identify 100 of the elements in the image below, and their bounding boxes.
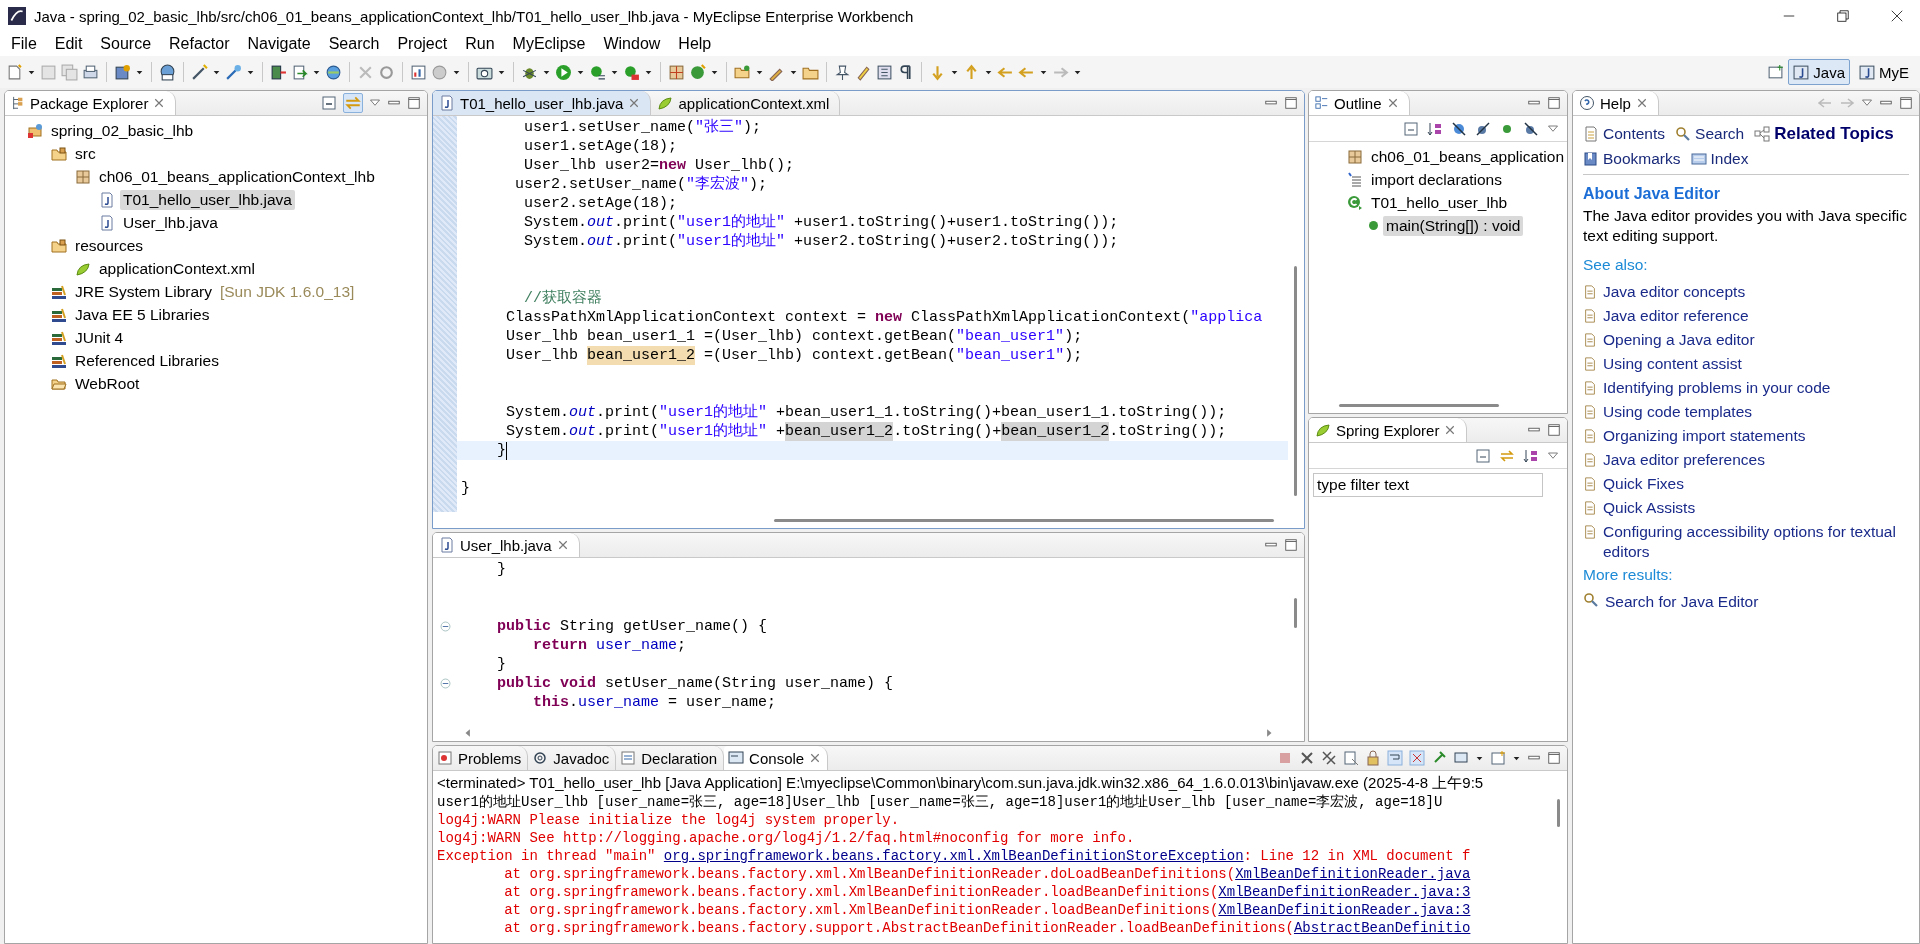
view-tab[interactable]: Javadoc [528, 746, 617, 770]
editor-tab[interactable]: T01_hello_user_lhb.java [433, 91, 652, 115]
menu-item[interactable]: Source [91, 33, 161, 55]
maximize-icon[interactable] [407, 96, 421, 110]
tree-item[interactable]: JRE System Library [72, 281, 215, 302]
menu-item[interactable]: MyEclipse [503, 33, 595, 55]
maximize-icon[interactable] [1547, 96, 1562, 110]
remove-all-icon[interactable] [1321, 750, 1337, 766]
deploy-server-icon[interactable] [270, 63, 287, 81]
menu-item[interactable]: Project [388, 33, 457, 55]
menu-item[interactable]: Window [594, 33, 670, 55]
tree-item[interactable]: main(String[]) : void [1383, 215, 1524, 236]
package-add-icon[interactable] [668, 63, 685, 81]
tree-item[interactable]: src [72, 143, 99, 164]
run-tool-icon[interactable] [589, 63, 606, 81]
remove-launch-icon[interactable] [1299, 750, 1315, 766]
stack-trace-link[interactable]: XmlBeanDefinitionReader.java:3 [1218, 884, 1471, 900]
help-topic-link[interactable]: Organizing import statements [1603, 426, 1806, 446]
tree-item[interactable]: ch06_01_beans_applicationContext_lhb [96, 166, 378, 187]
hide-local-types-icon[interactable] [1523, 120, 1540, 137]
help-topic-link[interactable]: Java editor preferences [1603, 450, 1765, 470]
stack-trace-link[interactable]: XmlBeanDefinitionReader.java:3 [1218, 902, 1471, 918]
open-folder-icon[interactable] [734, 63, 751, 81]
tree-item[interactable]: WebRoot [72, 373, 143, 394]
globe-icon[interactable] [325, 63, 342, 81]
help-topic-link[interactable]: Opening a Java editor [1603, 330, 1755, 350]
pin-icon[interactable] [834, 63, 851, 81]
tree-item[interactable]: spring_02_basic_lhb [48, 120, 197, 141]
maximize-icon[interactable] [1899, 96, 1913, 110]
tree-item[interactable]: Java EE 5 Libraries [72, 304, 213, 325]
collapse-fold-icon[interactable] [439, 678, 451, 689]
menu-item[interactable]: Run [456, 33, 504, 55]
menu-item[interactable]: Refactor [160, 33, 239, 55]
display-console-icon[interactable] [1453, 750, 1469, 766]
close-icon[interactable] [556, 539, 569, 551]
stack-trace-link[interactable]: org.springframework.beans.factory.xml.XmlBeanDefinitionStoreException [663, 848, 1244, 864]
scrollbar[interactable] [1339, 403, 1499, 407]
view-tab[interactable]: Outline [1309, 91, 1410, 115]
export-icon[interactable] [291, 63, 308, 81]
help-topic-link[interactable]: Identifying problems in your code [1603, 378, 1831, 398]
perspective-button[interactable]: Java [1788, 59, 1850, 85]
help-nav-link[interactable]: Related Topics [1754, 124, 1894, 144]
collapse-all-icon[interactable] [321, 95, 337, 111]
hide-static-icon[interactable] [1475, 120, 1492, 137]
tree-item[interactable]: JUnit 4 [72, 327, 127, 348]
view-tab[interactable]: Console [724, 746, 829, 770]
hide-fields-icon[interactable] [1451, 120, 1468, 137]
maximize-icon[interactable] [1547, 423, 1562, 437]
help-nav-link[interactable]: Contents [1583, 124, 1666, 144]
tree-item[interactable]: User_lhb.java [120, 212, 221, 233]
menu-item[interactable]: Navigate [238, 33, 320, 55]
highlight-icon[interactable] [855, 63, 872, 81]
view-menu-icon[interactable] [1861, 97, 1873, 109]
pilcrow-icon[interactable] [897, 63, 914, 81]
view-tab[interactable]: Spring Explorer [1309, 418, 1468, 442]
sort-icon[interactable] [1427, 120, 1444, 137]
help-topic-link[interactable]: Java editor reference [1603, 306, 1749, 326]
editor-tab[interactable]: applicationContext.xml [651, 91, 841, 115]
help-topic-link[interactable]: Configuring accessibility options for textual editors [1603, 522, 1909, 562]
deploy-icon[interactable] [225, 63, 242, 81]
help-topic-link[interactable]: Using content assist [1603, 354, 1742, 374]
scroll-left-icon[interactable] [463, 728, 473, 738]
wand-icon[interactable] [191, 63, 208, 81]
view-tab[interactable]: Help [1573, 91, 1659, 115]
perspective-button[interactable]: MyE [1854, 59, 1914, 85]
stop-icon[interactable] [623, 63, 640, 81]
show-on-output-icon[interactable] [1409, 750, 1425, 766]
tree-item[interactable]: resources [72, 235, 147, 256]
editor-tab[interactable]: User_lhb.java [433, 533, 580, 557]
sort-icon[interactable] [1523, 447, 1540, 464]
clear-console-icon[interactable] [1343, 750, 1359, 766]
menu-item[interactable]: File [2, 33, 46, 55]
menu-item[interactable]: Search [319, 33, 389, 55]
help-topic-link[interactable]: Quick Assists [1603, 498, 1696, 518]
view-tab[interactable]: Package Explorer [5, 91, 177, 115]
close-icon[interactable] [628, 97, 641, 109]
maximize-icon[interactable] [1547, 751, 1561, 765]
server-icon[interactable] [159, 63, 176, 81]
scrollbar[interactable] [774, 518, 1274, 522]
help-topic-link[interactable]: Using code templates [1603, 402, 1753, 422]
view-tab[interactable]: Problems [433, 746, 529, 770]
close-icon[interactable] [1444, 424, 1457, 436]
word-wrap-icon[interactable] [1387, 750, 1403, 766]
open-perspective-icon[interactable] [1767, 63, 1785, 81]
stack-trace-link[interactable]: AbstractBeanDefinitio [1293, 920, 1471, 936]
link-with-editor-icon[interactable] [1499, 447, 1516, 464]
filter-field[interactable]: type filter text [1313, 473, 1544, 497]
scroll-right-icon[interactable] [1264, 728, 1274, 738]
tree-item[interactable]: applicationContext.xml [96, 258, 258, 279]
maximize-icon[interactable] [1284, 96, 1298, 110]
collapse-fold-icon[interactable] [439, 621, 451, 632]
close-icon[interactable] [1635, 97, 1648, 109]
tree-item[interactable]: T01_hello_user_lhb [1368, 192, 1511, 213]
view-tab[interactable]: Declaration [616, 746, 725, 770]
view-menu-icon[interactable] [1547, 449, 1560, 462]
scroll-lock-icon[interactable] [1365, 750, 1381, 766]
show-source-icon[interactable] [876, 63, 893, 81]
help-nav-link[interactable]: Index [1690, 150, 1749, 168]
report-icon[interactable] [410, 63, 427, 81]
maximize-icon[interactable] [1284, 538, 1298, 552]
